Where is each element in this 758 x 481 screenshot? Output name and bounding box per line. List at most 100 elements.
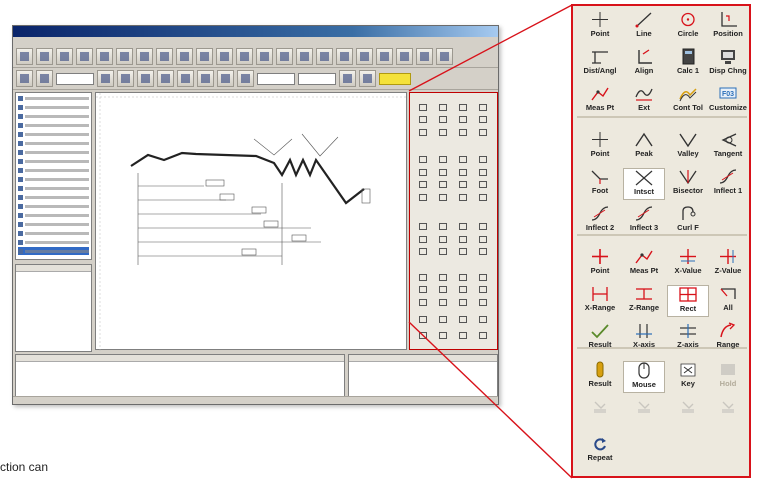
mini-tool-button[interactable] bbox=[436, 168, 450, 181]
mini-tool-button[interactable] bbox=[436, 156, 450, 168]
tree-item[interactable] bbox=[18, 112, 89, 120]
mini-tool-button[interactable] bbox=[476, 103, 490, 116]
mini-tool-button[interactable] bbox=[476, 168, 490, 181]
toolbar-button[interactable] bbox=[276, 48, 293, 65]
feature-tree[interactable] bbox=[15, 92, 92, 260]
tool-button-result[interactable]: Result bbox=[579, 322, 621, 354]
mini-tool-button[interactable] bbox=[476, 248, 490, 260]
tree-item[interactable] bbox=[18, 157, 89, 165]
toolbar-button[interactable] bbox=[336, 48, 353, 65]
mini-tool-button[interactable] bbox=[476, 193, 490, 206]
tool-button-inflect-2[interactable]: Inflect 2 bbox=[579, 205, 621, 237]
tool-button-circle[interactable]: Circle bbox=[667, 11, 709, 43]
mini-tool-button[interactable] bbox=[456, 298, 470, 311]
toolbar-button[interactable] bbox=[356, 48, 373, 65]
highlight-button[interactable] bbox=[379, 72, 411, 85]
toolbar-button[interactable] bbox=[157, 70, 174, 87]
tool-button-position[interactable]: Position bbox=[707, 11, 749, 43]
mini-tool-button[interactable] bbox=[416, 286, 430, 298]
mini-tool-button[interactable] bbox=[436, 181, 450, 193]
mini-tool-button[interactable] bbox=[456, 168, 470, 181]
mini-tool-button[interactable] bbox=[476, 128, 490, 141]
tool-button-line[interactable]: Line bbox=[623, 11, 665, 43]
mini-tool-button[interactable] bbox=[436, 298, 450, 311]
mini-tool-button[interactable] bbox=[476, 116, 490, 128]
toolbar-button[interactable] bbox=[97, 70, 114, 87]
tool-button-disp-chng[interactable]: Disp Chng bbox=[707, 48, 749, 80]
tree-item[interactable] bbox=[18, 94, 89, 102]
tool-button-dist-angl[interactable]: Dist/Angl bbox=[579, 48, 621, 80]
tool-button-inflect-1[interactable]: Inflect 1 bbox=[707, 168, 749, 200]
tool-button-meas-pt[interactable]: Meas Pt bbox=[579, 85, 621, 117]
mini-tool-button[interactable] bbox=[436, 193, 450, 206]
mini-tool-button[interactable] bbox=[456, 193, 470, 206]
toolbar-button[interactable] bbox=[116, 48, 133, 65]
drawing-canvas[interactable] bbox=[95, 92, 408, 351]
mini-tool-button[interactable] bbox=[416, 181, 430, 193]
mini-tool-button[interactable] bbox=[476, 315, 490, 328]
mini-tool-button[interactable] bbox=[436, 315, 450, 328]
mini-tool-button[interactable] bbox=[436, 223, 450, 235]
tree-item[interactable] bbox=[18, 103, 89, 111]
toolbar-button[interactable] bbox=[236, 48, 253, 65]
toolbar-input[interactable] bbox=[257, 72, 295, 85]
tool-button-key[interactable]: Key bbox=[667, 361, 709, 393]
tool-button-x-value[interactable]: X-Value bbox=[667, 248, 709, 280]
tool-button-foot[interactable]: Foot bbox=[579, 168, 621, 200]
tool-button-ext[interactable]: Ext bbox=[623, 85, 665, 117]
toolbar-button[interactable] bbox=[256, 48, 273, 65]
tool-button-bisector[interactable]: Bisector bbox=[667, 168, 709, 200]
tool-button-customize[interactable]: F03 Customize bbox=[707, 85, 749, 117]
tool-button-curl-f[interactable]: Curl F bbox=[667, 205, 709, 237]
mini-tool-button[interactable] bbox=[476, 223, 490, 235]
toolbar-button[interactable] bbox=[196, 48, 213, 65]
toolbar-button[interactable] bbox=[16, 70, 33, 87]
tree-item[interactable] bbox=[18, 238, 89, 246]
tool-button-point[interactable]: Point bbox=[579, 248, 621, 280]
mini-tool-button[interactable] bbox=[476, 273, 490, 286]
toolbar-input[interactable] bbox=[56, 72, 94, 85]
mini-tool-button[interactable] bbox=[416, 332, 430, 344]
mini-tool-button[interactable] bbox=[416, 273, 430, 286]
mini-tool-button[interactable] bbox=[456, 116, 470, 128]
toolbar-button[interactable] bbox=[117, 70, 134, 87]
toolbar-button[interactable] bbox=[396, 48, 413, 65]
mini-tool-button[interactable] bbox=[476, 286, 490, 298]
mini-tool-button[interactable] bbox=[416, 193, 430, 206]
mini-tool-button[interactable] bbox=[476, 181, 490, 193]
tool-button-point[interactable]: Point bbox=[579, 131, 621, 163]
mini-tool-button[interactable] bbox=[456, 156, 470, 168]
mini-tool-button[interactable] bbox=[476, 298, 490, 311]
mini-tool-button[interactable] bbox=[456, 235, 470, 248]
mini-tool-button[interactable] bbox=[476, 156, 490, 168]
mini-tool-button[interactable] bbox=[456, 223, 470, 235]
mini-tool-button[interactable] bbox=[436, 116, 450, 128]
tool-button-peak[interactable]: Peak bbox=[623, 131, 665, 163]
mini-tool-button[interactable] bbox=[436, 332, 450, 344]
tree-item[interactable] bbox=[18, 166, 89, 174]
tool-button-calc-1[interactable]: Calc 1 bbox=[667, 48, 709, 80]
mini-tool-button[interactable] bbox=[416, 235, 430, 248]
toolbar-button[interactable] bbox=[217, 70, 234, 87]
mini-tool-button[interactable] bbox=[416, 315, 430, 328]
mini-tool-button[interactable] bbox=[456, 286, 470, 298]
tool-button-tangent[interactable]: Tangent bbox=[707, 131, 749, 163]
tree-item[interactable] bbox=[18, 184, 89, 192]
tool-button-rect[interactable]: Rect bbox=[667, 285, 709, 317]
tree-item[interactable] bbox=[18, 229, 89, 237]
mini-tool-button[interactable] bbox=[416, 103, 430, 116]
toolbar-button[interactable] bbox=[76, 48, 93, 65]
tool-button-z-range[interactable]: Z-Range bbox=[623, 285, 665, 317]
mini-tool-button[interactable] bbox=[416, 248, 430, 260]
toolbar-button[interactable] bbox=[296, 48, 313, 65]
toolbar-button[interactable] bbox=[36, 48, 53, 65]
tool-button-point[interactable]: Point bbox=[579, 11, 621, 43]
mini-tool-button[interactable] bbox=[456, 332, 470, 344]
tree-item[interactable] bbox=[18, 139, 89, 147]
toolbar-button[interactable] bbox=[359, 70, 376, 87]
tool-button-result[interactable]: Result bbox=[579, 361, 621, 393]
mini-tool-button[interactable] bbox=[456, 103, 470, 116]
toolbar-button[interactable] bbox=[176, 48, 193, 65]
tree-item[interactable] bbox=[18, 202, 89, 210]
mini-tool-button[interactable] bbox=[456, 315, 470, 328]
